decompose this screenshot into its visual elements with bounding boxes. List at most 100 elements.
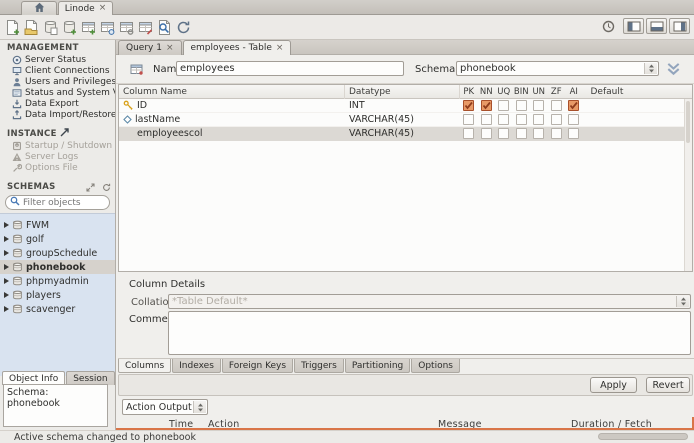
sidebar-item-startup-shutdown[interactable]: Startup / Shutdown	[0, 140, 115, 151]
nn-checkbox[interactable]	[480, 128, 492, 139]
schema-item-phonebook[interactable]: phonebook	[0, 260, 115, 274]
toggle-right-sidebar-button[interactable]	[669, 18, 690, 34]
tab-partitioning[interactable]: Partitioning	[344, 359, 411, 373]
create-view-button[interactable]	[98, 17, 116, 38]
bin-checkbox[interactable]	[515, 114, 527, 125]
schema-item-scavenger[interactable]: scavenger	[0, 302, 115, 316]
stepper-icon[interactable]	[193, 401, 206, 413]
create-table-button[interactable]	[79, 17, 97, 38]
expander-icon[interactable]	[4, 264, 9, 270]
expander-icon[interactable]	[4, 250, 9, 256]
apply-button[interactable]: Apply	[590, 377, 637, 393]
tab-employees-table[interactable]: employees - Table ×	[182, 40, 292, 55]
expander-icon[interactable]	[4, 222, 9, 228]
uq-checkbox[interactable]	[498, 114, 510, 125]
datatype-cell[interactable]: VARCHAR(45)	[345, 128, 460, 139]
sidebar-item-server-status[interactable]: Server Status	[0, 54, 115, 65]
un-checkbox[interactable]	[533, 128, 545, 139]
search-table-data-button[interactable]	[155, 17, 173, 38]
create-function-button[interactable]	[136, 17, 154, 38]
sidebar-item-data-import-restore[interactable]: Data Import/Restore	[0, 109, 115, 120]
table-name-input[interactable]	[180, 63, 392, 74]
refresh-schemas-icon[interactable]	[102, 183, 111, 192]
bin-checkbox[interactable]	[515, 128, 527, 139]
ai-checkbox[interactable]	[568, 100, 580, 111]
schema-item-players[interactable]: players	[0, 288, 115, 302]
stepper-icon[interactable]	[644, 63, 657, 74]
schema-item-groupschedule[interactable]: groupSchedule	[0, 246, 115, 260]
sidebar-item-data-export[interactable]: Data Export	[0, 98, 115, 109]
tab-triggers[interactable]: Triggers	[294, 359, 344, 373]
open-connection-button[interactable]	[41, 17, 59, 38]
column-name-cell[interactable]: lastName	[119, 114, 345, 125]
tab-query-1[interactable]: Query 1 ×	[118, 40, 182, 55]
un-checkbox[interactable]	[533, 100, 545, 111]
close-icon[interactable]: ×	[276, 43, 284, 53]
nn-checkbox[interactable]	[480, 114, 492, 125]
revert-button[interactable]: Revert	[646, 377, 690, 393]
bin-checkbox[interactable]	[515, 100, 527, 111]
create-routine-button[interactable]	[117, 17, 135, 38]
action-output-selector[interactable]: Action Output	[122, 399, 208, 415]
expand-panel-icon[interactable]	[86, 182, 95, 192]
close-icon[interactable]: ×	[99, 4, 107, 13]
sidebar-item-users-and-privileges[interactable]: Users and Privileges	[0, 76, 115, 87]
expander-icon[interactable]	[4, 236, 9, 242]
pk-checkbox[interactable]	[463, 128, 475, 139]
collapse-header-icon[interactable]	[666, 61, 681, 79]
toggle-left-sidebar-button[interactable]	[623, 18, 644, 34]
horizontal-scrollbar-thumb[interactable]	[598, 433, 688, 440]
pk-checkbox[interactable]	[463, 100, 475, 111]
uq-checkbox[interactable]	[498, 100, 510, 111]
column-row[interactable]: employeescol VARCHAR(45)	[119, 127, 692, 141]
zf-checkbox[interactable]	[550, 114, 562, 125]
zf-checkbox[interactable]	[550, 100, 562, 111]
close-icon[interactable]: ×	[166, 43, 174, 53]
un-checkbox[interactable]	[533, 114, 545, 125]
editor-subtabs: Columns Indexes Foreign Keys Triggers Partit…	[118, 358, 694, 373]
table-name-field[interactable]	[176, 61, 404, 76]
column-row[interactable]: lastName VARCHAR(45)	[119, 113, 692, 127]
expander-icon[interactable]	[4, 306, 9, 312]
schema-filter-input[interactable]	[23, 197, 103, 208]
home-tab[interactable]	[21, 1, 57, 15]
schema-filter[interactable]	[5, 195, 110, 210]
toggle-bottom-panel-button[interactable]	[646, 18, 667, 34]
nn-checkbox[interactable]	[480, 100, 492, 111]
zf-checkbox[interactable]	[550, 128, 562, 139]
schema-item-golf[interactable]: golf	[0, 232, 115, 246]
expander-icon[interactable]	[4, 292, 9, 298]
schema-item-phpmyadmin[interactable]: phpmyadmin	[0, 274, 115, 288]
stepper-icon[interactable]	[676, 296, 689, 307]
collation-dropdown[interactable]: *Table Default*	[168, 294, 691, 309]
sidebar-item-options-file[interactable]: Options File	[0, 162, 115, 173]
schema-dropdown[interactable]: phonebook	[456, 61, 659, 76]
pk-checkbox[interactable]	[463, 114, 475, 125]
column-name-cell[interactable]: employeescol	[119, 128, 345, 139]
grid-vertical-scrollbar[interactable]	[684, 99, 692, 271]
open-sql-script-button[interactable]	[22, 17, 40, 38]
sidebar-item-server-logs[interactable]: Server Logs	[0, 151, 115, 162]
column-name-cell[interactable]: ID	[119, 100, 345, 111]
tab-options[interactable]: Options	[411, 359, 460, 373]
comment-field[interactable]	[168, 311, 691, 355]
ai-checkbox[interactable]	[568, 114, 580, 125]
reconnect-dbms-button[interactable]	[174, 17, 192, 38]
new-query-tab-button[interactable]	[3, 17, 21, 38]
uq-checkbox[interactable]	[498, 128, 510, 139]
tab-indexes[interactable]: Indexes	[172, 359, 221, 373]
sidebar-item-status-and-system-variables[interactable]: Status and System Variables	[0, 87, 115, 98]
datatype-cell[interactable]: INT	[345, 100, 460, 111]
datatype-cell[interactable]: VARCHAR(45)	[345, 114, 460, 125]
schema-item-fwm[interactable]: FWM	[0, 218, 115, 232]
create-schema-button[interactable]	[60, 17, 78, 38]
expander-icon[interactable]	[4, 278, 9, 284]
tab-columns[interactable]: Columns	[118, 359, 172, 373]
tab-session[interactable]: Session	[66, 371, 115, 385]
sidebar-item-client-connections[interactable]: Client Connections	[0, 65, 115, 76]
connection-tab[interactable]: Linode ×	[58, 1, 113, 15]
tab-foreign-keys[interactable]: Foreign Keys	[221, 359, 294, 373]
column-row[interactable]: ID INT	[119, 99, 692, 113]
tab-object-info[interactable]: Object Info	[2, 371, 66, 385]
ai-checkbox[interactable]	[568, 128, 580, 139]
